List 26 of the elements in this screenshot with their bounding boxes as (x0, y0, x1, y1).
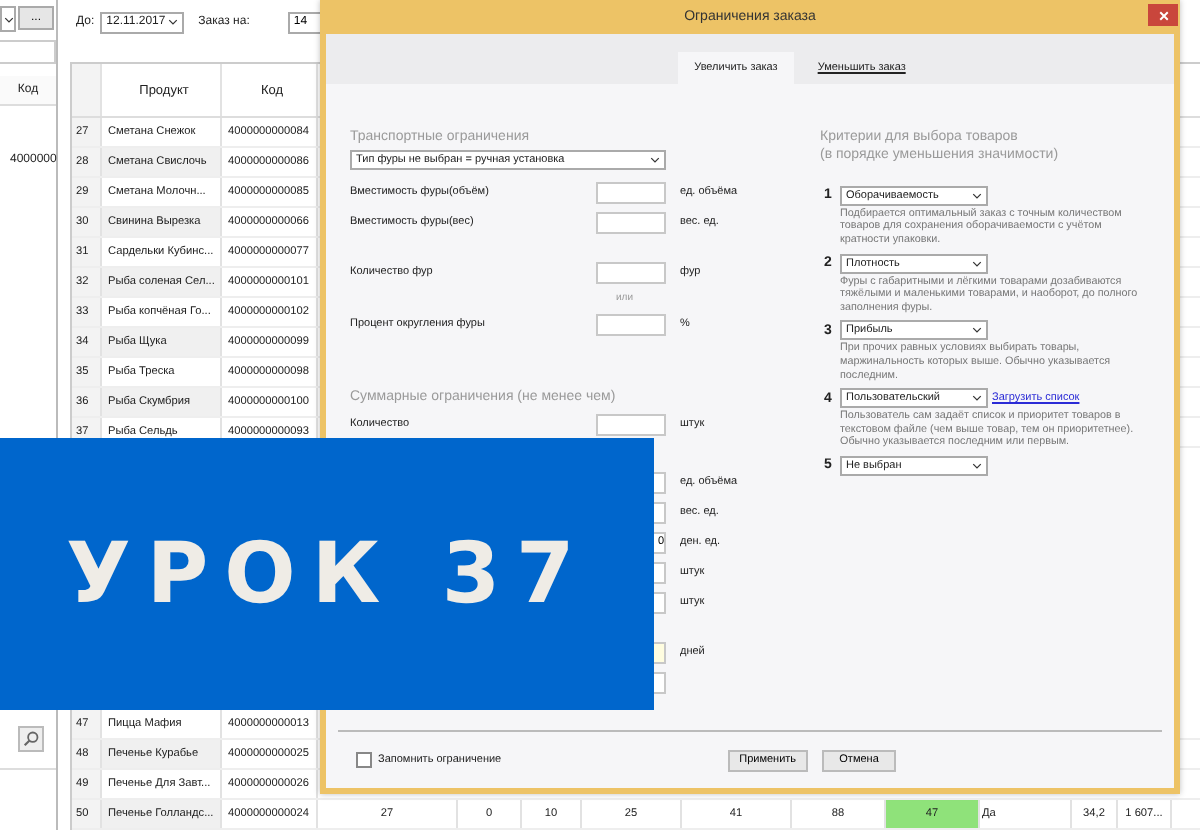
chevron-down-icon (168, 18, 179, 26)
input-field[interactable] (596, 313, 666, 336)
text-field[interactable] (0, 40, 56, 64)
input-field[interactable] (654, 591, 666, 614)
lesson-title: УРОК 37 (66, 526, 591, 622)
chevron-down-icon (972, 191, 982, 200)
input-field[interactable] (654, 671, 666, 694)
input-field[interactable] (654, 501, 666, 524)
input-field[interactable] (654, 561, 666, 584)
chevron-down-icon (4, 15, 14, 23)
chevron-down-icon (972, 461, 982, 470)
chevron-down-icon (972, 259, 982, 268)
input-field[interactable] (654, 471, 666, 494)
chevron-down-icon (972, 326, 982, 335)
input-field[interactable] (596, 413, 666, 436)
close-button[interactable] (1148, 4, 1178, 26)
chevron-down-icon (972, 394, 982, 403)
checkbox[interactable] (356, 752, 372, 769)
chevron-down-icon (650, 155, 660, 164)
filter-dropdown[interactable] (0, 6, 16, 32)
input-field[interactable] (596, 211, 666, 234)
input-field[interactable] (596, 261, 666, 284)
close-icon (1157, 9, 1169, 21)
input-field[interactable] (654, 641, 666, 664)
input-field[interactable] (596, 181, 666, 204)
search-button[interactable] (18, 725, 44, 751)
